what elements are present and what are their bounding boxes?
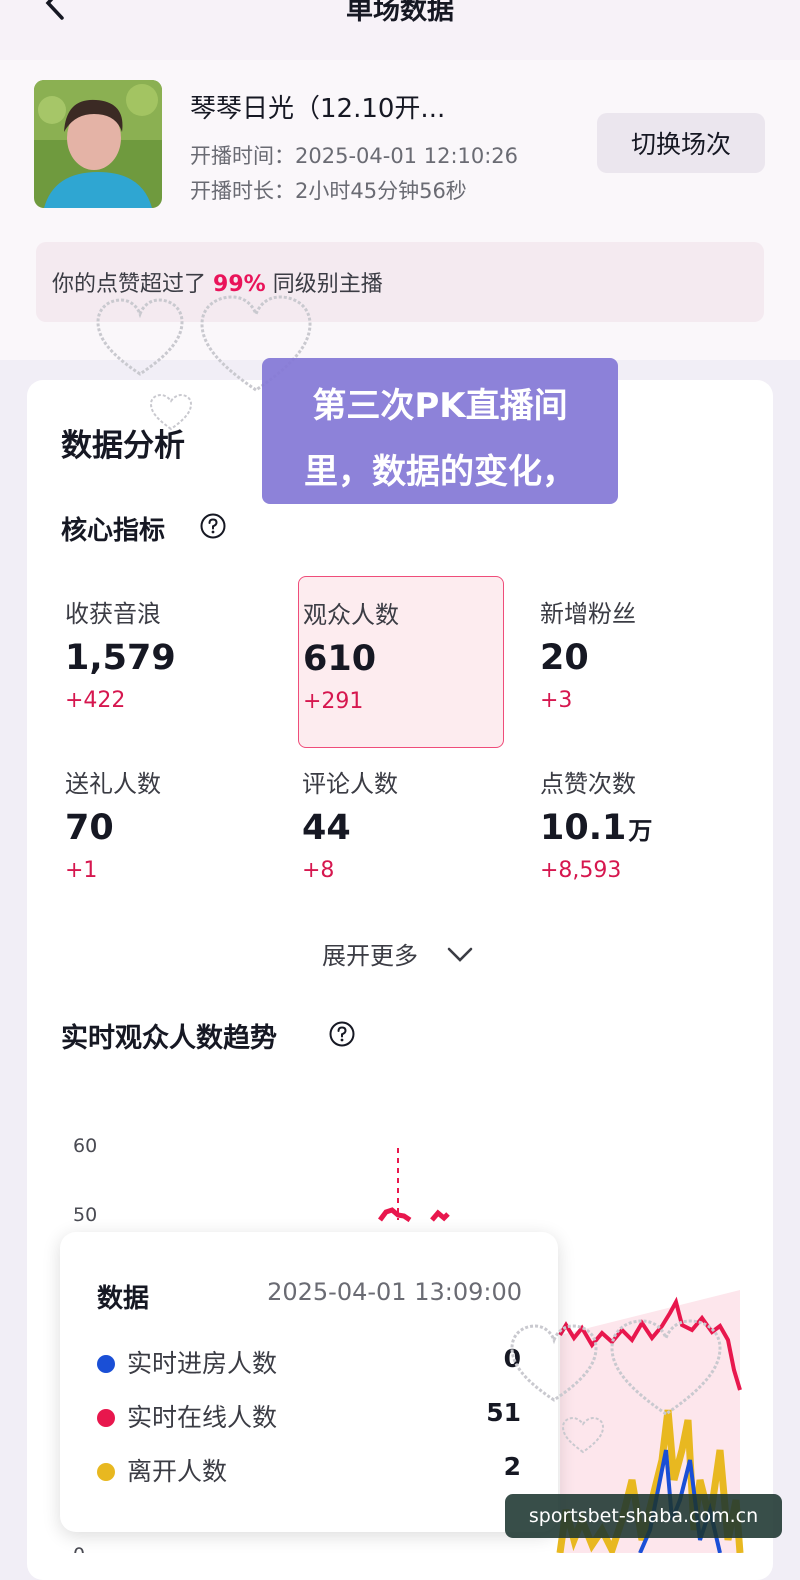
- overlay-caption: 第三次PK直播间 里，数据的变化，: [262, 358, 618, 504]
- tooltip-time: 2025-04-01 13:09:00: [267, 1278, 522, 1306]
- metric-delta: +1: [65, 858, 98, 883]
- metric-value: 1,579: [65, 638, 176, 678]
- metric-number: 70: [65, 808, 114, 848]
- heart-outline-icon: [96, 298, 184, 376]
- metric-gift-value[interactable]: 收获音浪 1,579 +422: [61, 576, 265, 746]
- metric-delta: +422: [65, 688, 126, 713]
- series-dot: [97, 1463, 115, 1481]
- metric-label: 观众人数: [303, 601, 399, 629]
- y-tick-label: 50: [73, 1204, 97, 1226]
- tooltip-row-enter: 实时进房人数 0: [97, 1342, 521, 1382]
- caption-line: 第三次PK直播间: [312, 386, 568, 426]
- tooltip-label: 离开人数: [127, 1457, 228, 1486]
- metric-viewers[interactable]: 观众人数 610 +291: [298, 576, 504, 748]
- viewer-trend-title: 实时观众人数趋势: [61, 1023, 277, 1054]
- metric-delta: +3: [540, 688, 573, 713]
- page-title: 单场数据: [346, 0, 454, 26]
- metric-delta: +8: [302, 858, 335, 883]
- tooltip-row-leave: 离开人数 2: [97, 1450, 521, 1490]
- start-time: 开播时间：2025-04-01 12:10:26: [190, 144, 519, 168]
- metric-delta: +291: [303, 689, 364, 714]
- switch-session-button[interactable]: 切换场次: [597, 113, 765, 173]
- help-icon[interactable]: [200, 513, 226, 539]
- metric-number: 1,579: [65, 638, 176, 678]
- metric-label: 收获音浪: [65, 600, 161, 628]
- host-name: 琴琴日光（12.10开...: [190, 94, 446, 124]
- y-tick-label: 0: [73, 1544, 85, 1553]
- like-rank-prefix: 你的点赞超过了: [52, 272, 207, 297]
- heart-outline-icon: [510, 1324, 598, 1402]
- metric-label: 评论人数: [302, 770, 398, 798]
- heart-outline-icon: [610, 1319, 722, 1416]
- tooltip-value: 2: [503, 1452, 521, 1481]
- online-line-peak: [430, 1209, 450, 1222]
- heart-outline-icon: [149, 393, 193, 431]
- tooltip-row-online: 实时在线人数 51: [97, 1396, 521, 1436]
- metric-value: 610: [303, 639, 376, 679]
- online-line-peak: [378, 1207, 412, 1223]
- metric-label: 新增粉丝: [540, 600, 636, 628]
- tooltip-label: 实时进房人数: [127, 1349, 278, 1378]
- chevron-down-icon[interactable]: [446, 940, 474, 968]
- series-dot: [97, 1409, 115, 1427]
- metric-value: 10.1万: [540, 808, 652, 848]
- y-tick-label: 60: [73, 1135, 97, 1157]
- core-metrics-title: 核心指标: [61, 516, 166, 546]
- metric-number: 610: [303, 639, 377, 679]
- metric-value: 70: [65, 808, 114, 848]
- metric-delta: +8,593: [540, 858, 622, 883]
- metric-unit: 万: [628, 817, 653, 845]
- metric-likes[interactable]: 点赞次数 10.1万 +8,593: [536, 746, 740, 916]
- chart-tooltip: 数据 2025-04-01 13:09:00 实时进房人数 0 实时在线人数 5…: [60, 1232, 558, 1532]
- expand-more-button[interactable]: 展开更多: [322, 936, 418, 971]
- metric-commenters[interactable]: 评论人数 44 +8: [298, 746, 502, 916]
- heart-outline-icon: [561, 1416, 605, 1454]
- top-bar: 单场数据: [0, 0, 800, 60]
- metric-number: 44: [302, 808, 351, 848]
- metric-label: 送礼人数: [65, 770, 161, 798]
- tooltip-title: 数据: [97, 1284, 150, 1314]
- metric-number: 20: [540, 638, 589, 678]
- tooltip-label: 实时在线人数: [127, 1403, 278, 1432]
- metric-value: 44: [302, 808, 351, 848]
- metric-gifters[interactable]: 送礼人数 70 +1: [61, 746, 265, 916]
- metric-label: 点赞次数: [540, 770, 636, 798]
- help-icon[interactable]: [329, 1021, 355, 1047]
- metric-number: 10.1: [540, 808, 627, 848]
- series-dot: [97, 1355, 115, 1373]
- live-duration: 开播时长：2小时45分钟56秒: [190, 179, 467, 203]
- avatar[interactable]: [34, 80, 162, 208]
- caption-line: 里，数据的变化，: [304, 452, 576, 492]
- watermark: sportsbet-shaba.com.cn: [505, 1494, 782, 1538]
- metric-value: 20: [540, 638, 589, 678]
- metric-new-fans[interactable]: 新增粉丝 20 +3: [536, 576, 740, 746]
